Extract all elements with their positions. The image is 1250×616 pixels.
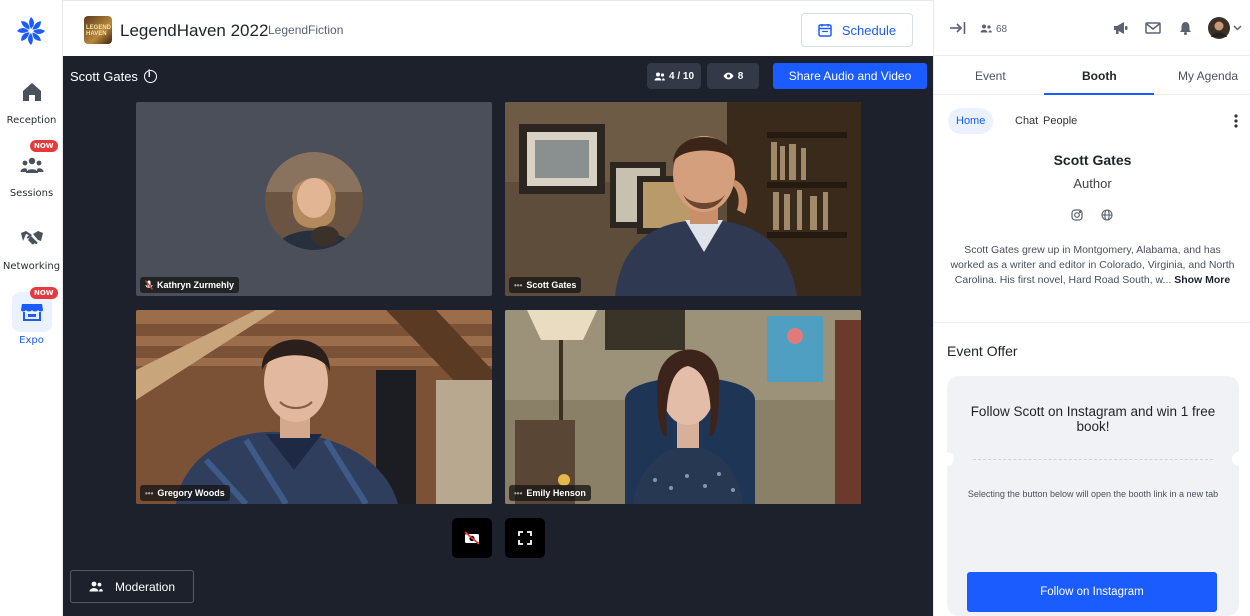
more-options-icon[interactable] [1234,114,1238,128]
event-logo: LEGEND HAVEN [84,16,112,44]
participants-count: 4 / 10 [647,63,701,89]
now-badge: NOW [29,287,58,299]
ticket-divider [973,459,1213,460]
tab-my-agenda[interactable]: My Agenda [1178,69,1238,83]
booth-bio: Scott Gates grew up in Montgomery, Alaba… [948,243,1237,288]
fullscreen-icon [518,531,532,545]
camera-toggle-button[interactable] [452,518,492,558]
nav-item-label: Sessions [9,188,54,199]
participant-name-tag: Kathryn Zurmehly [140,277,240,293]
video-tile-emily[interactable]: ••• Emily Henson [505,310,861,504]
globe-icon[interactable] [1101,209,1113,221]
event-organizer: LegendFiction [268,23,344,37]
top-header: LEGEND HAVEN LegendHaven 2022 LegendFict… [63,0,933,56]
now-badge: NOW [29,140,58,152]
booth-name: Scott Gates [1053,152,1132,168]
event-offer-card: Follow Scott on Instagram and win 1 free… [940,376,1246,616]
section-divider [934,322,1250,323]
nav-item-networking[interactable]: Networking [0,218,63,272]
nav-item-reception[interactable]: Reception [0,72,63,126]
subtab-people[interactable]: People [1035,108,1085,134]
video-tile-gregory[interactable]: ••• Gregory Woods [136,310,492,504]
schedule-button[interactable]: Schedule [801,13,913,47]
nav-item-label: Reception [6,115,57,126]
stage-title: Scott Gates [70,69,157,84]
active-tab-indicator [1044,93,1154,95]
main-tabs: Event Booth My Agenda [934,57,1250,95]
audio-level-icon: ••• [514,280,523,290]
people-icon [89,581,103,592]
video-stage: Scott Gates 4 / 10 8 Share Audio and Vid… [63,56,933,616]
right-panel: 68 Event Booth My Agenda Home Chat Peopl… [933,0,1250,616]
viewers-count: 8 [707,63,759,89]
participant-name-tag: ••• Emily Henson [509,485,591,501]
attendee-count: 68 [996,24,1008,35]
megaphone-icon[interactable] [1112,21,1128,35]
nav-item-label: Expo [19,335,44,346]
bell-icon[interactable] [1179,21,1192,35]
share-audio-video-button[interactable]: Share Audio and Video [773,63,927,89]
user-avatar[interactable] [1208,17,1230,39]
subtab-home[interactable]: Home [948,108,994,134]
mic-muted-icon [145,280,153,290]
nav-item-expo[interactable]: NOW Expo [0,287,63,346]
offer-title: Follow Scott on Instagram and win 1 free… [970,404,1216,434]
handshake-icon [12,218,52,258]
people-group-icon: NOW [12,140,58,185]
info-icon[interactable] [143,69,157,83]
ticket-notch [940,452,954,466]
event-offer-heading: Event Offer [947,343,1018,359]
people-icon [654,72,665,80]
audio-level-icon: ••• [145,488,154,498]
video-feed [505,102,861,296]
home-icon [12,72,52,112]
audio-level-icon: ••• [514,488,523,498]
right-panel-toolbar: 68 [934,0,1250,56]
collapse-panel-icon[interactable] [949,21,966,35]
stage-title-text: Scott Gates [70,69,138,84]
app-root: Reception NOW Sessions Networking NOW Ex… [0,0,1250,616]
follow-on-instagram-button[interactable]: Follow on Instagram [967,572,1217,612]
eye-icon [723,72,734,80]
booth-role: Author [1073,176,1112,191]
video-tile-scott[interactable]: ••• Scott Gates [505,102,861,296]
event-title: LegendHaven 2022 [120,21,269,40]
ticket-notch [1232,452,1246,466]
fullscreen-button[interactable] [505,518,545,558]
left-nav: Reception NOW Sessions Networking NOW Ex… [0,0,63,616]
participant-avatar [265,152,363,250]
calendar-icon [818,24,832,37]
moderation-button[interactable]: Moderation [70,570,194,603]
video-feed [136,310,492,504]
nav-item-label: Networking [2,261,61,272]
app-logo-icon[interactable] [13,13,49,49]
chevron-down-icon[interactable] [1233,25,1242,31]
attendees-icon [980,24,992,33]
instagram-icon[interactable] [1071,209,1083,221]
video-feed [505,310,861,504]
video-tile-kathryn[interactable]: Kathryn Zurmehly [136,102,492,296]
storefront-icon: NOW [11,287,58,332]
participant-name-tag: ••• Scott Gates [509,277,582,293]
camera-off-icon [464,531,480,545]
tab-event[interactable]: Event [975,69,1006,83]
participant-name-tag: ••• Gregory Woods [140,485,230,501]
offer-note: Selecting the button below will open the… [967,489,1219,499]
schedule-label: Schedule [841,22,897,38]
show-more-link[interactable]: Show More [1174,274,1230,286]
mail-icon[interactable] [1145,22,1161,34]
nav-item-sessions[interactable]: NOW Sessions [0,140,63,199]
tab-booth[interactable]: Booth [1082,69,1117,83]
